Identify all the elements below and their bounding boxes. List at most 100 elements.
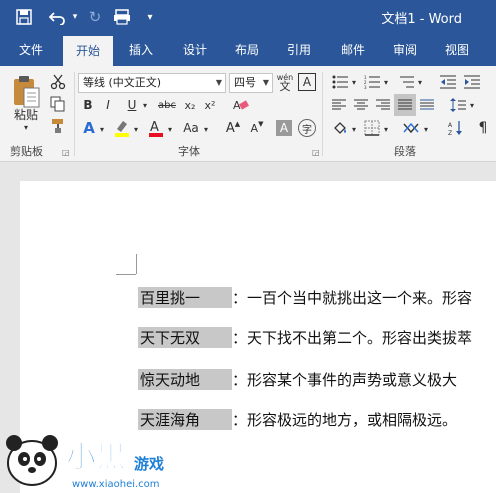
svg-text:3: 3: [364, 85, 367, 89]
font-color-icon[interactable]: A: [146, 118, 166, 138]
ribbon: 粘贴 ▾ 剪贴板 ◲ 等线 (中文正文) ▼ 四号 ▼ wén 文 A B I U…: [0, 66, 496, 162]
undo-icon[interactable]: [46, 0, 70, 34]
justify-icon[interactable]: [394, 94, 416, 116]
document-line[interactable]: 惊天动地 ：形容某个事件的声势或意义极大: [138, 369, 457, 390]
separator: [322, 72, 323, 156]
tab-review[interactable]: 审阅: [382, 34, 428, 66]
font-size-dropdown[interactable]: 四号 ▼: [229, 73, 273, 93]
chinese-layout-icon[interactable]: [400, 118, 422, 138]
font-launcher-icon[interactable]: ◲: [312, 148, 320, 157]
paste-dropdown-icon[interactable]: ▾: [20, 122, 32, 132]
bullets-icon[interactable]: [330, 73, 350, 91]
bold-button[interactable]: B: [80, 96, 96, 114]
margin-corner-mark: [136, 254, 137, 274]
paragraph-group-label: 段落: [394, 145, 416, 158]
redo-icon[interactable]: ↻: [84, 0, 106, 34]
document-line[interactable]: 百里挑一 ：一百个当中就挑出这一个来。形容: [138, 287, 472, 308]
tab-design[interactable]: 设计: [172, 34, 218, 66]
tab-insert[interactable]: 插入: [118, 34, 164, 66]
undo-dropdown-icon[interactable]: ▾: [70, 0, 80, 34]
enclose-characters-button[interactable]: 字: [298, 119, 316, 137]
watermark-brand-main: 小黑: [66, 440, 126, 475]
chevron-down-icon[interactable]: ▾: [382, 73, 390, 91]
phonetic-guide-icon[interactable]: wén 文: [276, 71, 294, 93]
chevron-down-icon[interactable]: ▾: [350, 120, 358, 138]
selected-term: 天下无双: [138, 327, 232, 348]
distributed-icon[interactable]: [418, 96, 436, 114]
chevron-down-icon[interactable]: ▾: [202, 120, 210, 138]
definition-text: ：一百个当中就挑出这一个来。形容: [232, 289, 473, 307]
align-right-icon[interactable]: [374, 96, 392, 114]
chevron-down-icon[interactable]: ▾: [98, 120, 106, 138]
selected-term: 惊天动地: [138, 369, 232, 390]
align-left-icon[interactable]: [330, 96, 348, 114]
show-formatting-marks-icon[interactable]: ¶: [474, 118, 492, 138]
print-preview-icon[interactable]: [110, 0, 134, 34]
separator: [74, 72, 75, 156]
character-shading-button[interactable]: A: [276, 120, 292, 136]
numbering-icon[interactable]: 123: [362, 73, 382, 91]
watermark-url: www.xiaohei.com: [72, 479, 160, 490]
watermark-logo: 小黑 游戏 www.xiaohei.com: [0, 413, 200, 493]
svg-text:A: A: [448, 122, 453, 129]
character-border-icon[interactable]: A: [298, 73, 316, 91]
text-effects-button[interactable]: A: [80, 118, 98, 138]
customize-quick-access-icon[interactable]: ▾: [142, 0, 158, 34]
chevron-down-icon[interactable]: ▾: [416, 73, 424, 91]
definition-text: ：形容某个事件的声势或意义极大: [232, 371, 458, 389]
save-icon[interactable]: [12, 0, 36, 34]
tab-references[interactable]: 引用: [276, 34, 322, 66]
chevron-down-icon: ▼: [215, 78, 222, 87]
watermark-brand-sub: 游戏: [134, 455, 164, 473]
increase-indent-icon[interactable]: [462, 73, 482, 91]
grow-font-button[interactable]: A ▲: [224, 118, 242, 138]
underline-dropdown-icon[interactable]: ▾: [140, 96, 150, 114]
tab-home[interactable]: 开始: [63, 36, 113, 66]
font-name-dropdown[interactable]: 等线 (中文正文) ▼: [78, 73, 226, 93]
line-spacing-icon[interactable]: [448, 96, 468, 114]
tab-view[interactable]: 视图: [434, 34, 480, 66]
highlight-icon[interactable]: [112, 118, 132, 138]
down-arrow-icon: ▼: [258, 120, 264, 128]
ribbon-tabs: 文件 开始 插入 设计 布局 引用 邮件 审阅 视图: [0, 34, 496, 66]
shrink-font-glyph: A: [250, 121, 259, 135]
superscript-button[interactable]: x²: [202, 96, 218, 114]
sort-icon[interactable]: AZ: [446, 118, 466, 138]
shrink-font-button[interactable]: A ▼: [248, 118, 266, 138]
decrease-indent-icon[interactable]: [438, 73, 458, 91]
underline-button[interactable]: U: [124, 96, 140, 114]
align-center-icon[interactable]: [352, 96, 370, 114]
document-line[interactable]: 天下无双 ：天下找不出第二个。形容出类拔萃: [138, 327, 472, 348]
clear-formatting-icon[interactable]: A: [230, 96, 252, 114]
chevron-down-icon[interactable]: ▾: [468, 96, 476, 114]
chevron-down-icon[interactable]: ▾: [132, 120, 140, 138]
subscript-button[interactable]: x₂: [182, 96, 198, 114]
change-case-button[interactable]: Aa: [180, 118, 202, 138]
chevron-down-icon[interactable]: ▾: [382, 120, 390, 138]
copy-icon[interactable]: [48, 94, 68, 114]
format-painter-icon[interactable]: [48, 116, 68, 136]
strikethrough-button[interactable]: abc: [156, 96, 178, 114]
multilevel-list-icon[interactable]: [396, 73, 416, 91]
margin-corner-mark: [116, 274, 136, 275]
definition-text: ：天下找不出第二个。形容出类拔萃: [232, 329, 473, 347]
chevron-down-icon[interactable]: ▾: [350, 73, 358, 91]
svg-text:A: A: [150, 120, 159, 135]
title-bar: ▾ ↻ ▾ 文档1 - Word: [0, 0, 496, 34]
shading-icon[interactable]: [330, 118, 350, 138]
definition-text: ：形容极远的地方，或相隔极远。: [232, 411, 458, 429]
tab-file[interactable]: 文件: [8, 34, 54, 66]
borders-icon[interactable]: [362, 118, 382, 138]
chevron-down-icon[interactable]: ▾: [422, 120, 430, 138]
paste-button-label[interactable]: 粘贴: [10, 106, 42, 122]
italic-button[interactable]: I: [100, 96, 116, 114]
tab-layout[interactable]: 布局: [224, 34, 270, 66]
tab-mailings[interactable]: 邮件: [330, 34, 376, 66]
chevron-down-icon[interactable]: ▾: [166, 120, 174, 138]
selected-term: 百里挑一: [138, 287, 232, 308]
clipboard-group-label: 剪贴板: [10, 145, 43, 158]
font-name-value: 等线 (中文正文): [83, 76, 162, 89]
clipboard-launcher-icon[interactable]: ◲: [62, 148, 70, 157]
window-title: 文档1 - Word: [381, 12, 462, 27]
cut-icon[interactable]: [48, 72, 68, 92]
